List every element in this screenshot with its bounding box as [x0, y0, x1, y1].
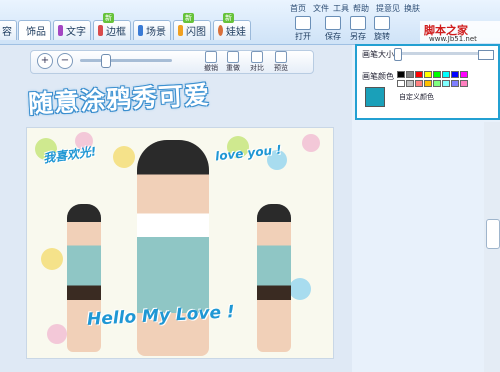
- flash-icon: [178, 25, 183, 36]
- new-badge: 新: [183, 13, 194, 23]
- rotate-label: 旋转: [374, 32, 390, 41]
- tab-label: 文字: [66, 27, 86, 38]
- rotate-button[interactable]: 旋转: [371, 16, 393, 42]
- tab-label: 闪图: [186, 27, 206, 38]
- menu-file[interactable]: 文件: [313, 3, 329, 14]
- bg-dot: [113, 146, 135, 168]
- brush-size-handle[interactable]: [394, 48, 402, 61]
- color-swatch[interactable]: [451, 80, 459, 87]
- text-icon: [58, 25, 63, 36]
- color-swatch[interactable]: [442, 71, 450, 78]
- color-swatch[interactable]: [406, 80, 414, 87]
- undo-button[interactable]: 撤销: [200, 51, 222, 73]
- tab-text[interactable]: 文字: [53, 20, 91, 40]
- frame-icon: [98, 25, 103, 36]
- zoom-in-icon: +: [40, 55, 50, 66]
- color-swatch[interactable]: [397, 71, 405, 78]
- save-button[interactable]: 保存: [322, 16, 344, 42]
- tab-scene[interactable]: 场景: [133, 20, 171, 40]
- tab-label: 容: [2, 27, 12, 38]
- tab-beauty[interactable]: 容: [0, 20, 17, 40]
- brush-size-label: 画笔大小: [362, 50, 394, 59]
- save-as-label: 另存: [350, 32, 366, 41]
- new-badge: 新: [103, 13, 114, 23]
- menu-feedback[interactable]: 提意见: [376, 3, 400, 14]
- photo-canvas[interactable]: 我喜欢光! love you ! Hello My Love !: [26, 127, 334, 359]
- person-left: [67, 204, 101, 352]
- menu-home[interactable]: 首页: [290, 3, 306, 14]
- watermark-url: www.Jb51.net: [429, 35, 477, 43]
- brush-size-preview: [478, 50, 494, 60]
- save-as-icon: [350, 16, 366, 30]
- menu-tools[interactable]: 工具: [333, 3, 349, 14]
- zoom-slider-handle[interactable]: [101, 54, 111, 68]
- bg-dot: [302, 134, 320, 152]
- color-swatch[interactable]: [406, 71, 414, 78]
- zoom-out-button[interactable]: −: [57, 53, 73, 69]
- menu-skin[interactable]: 换肤: [404, 3, 420, 14]
- redo-button[interactable]: 重做: [222, 51, 244, 73]
- redo-icon: [227, 51, 239, 63]
- color-swatch[interactable]: [460, 71, 468, 78]
- open-button[interactable]: 打开: [292, 16, 314, 42]
- color-swatch[interactable]: [433, 80, 441, 87]
- color-swatch[interactable]: [424, 71, 432, 78]
- selected-color: [365, 87, 385, 107]
- redo-label: 重做: [226, 64, 240, 72]
- save-as-button[interactable]: 另存: [347, 16, 369, 42]
- color-swatch[interactable]: [460, 80, 468, 87]
- zoom-in-button[interactable]: +: [37, 53, 53, 69]
- save-label: 保存: [325, 32, 341, 41]
- color-swatch[interactable]: [415, 80, 423, 87]
- color-swatch[interactable]: [397, 80, 405, 87]
- bg-dot: [41, 248, 63, 270]
- tab-frame[interactable]: 新边框: [93, 13, 131, 40]
- preview-label: 预览: [274, 64, 288, 72]
- compare-label: 对比: [250, 64, 264, 72]
- custom-color-button[interactable]: 自定义颜色: [399, 92, 434, 102]
- brush-size-slider[interactable]: [394, 52, 486, 55]
- bg-dot: [47, 324, 67, 344]
- tab-label: 边框: [106, 27, 126, 38]
- rotate-icon: [374, 16, 390, 30]
- menu-help[interactable]: 帮助: [353, 3, 369, 14]
- undo-icon: [205, 51, 217, 63]
- doodle-text-3: Hello My Love !: [86, 302, 236, 330]
- zoom-slider[interactable]: [80, 59, 172, 62]
- compare-button[interactable]: 对比: [246, 51, 268, 73]
- color-swatch[interactable]: [424, 80, 432, 87]
- open-label: 打开: [295, 32, 311, 41]
- undo-label: 撤销: [204, 64, 218, 72]
- tab-accessories[interactable]: 饰品: [18, 20, 51, 40]
- preview-button[interactable]: 预览: [270, 51, 292, 73]
- color-swatch[interactable]: [433, 71, 441, 78]
- scene-icon: [138, 25, 143, 36]
- save-icon: [325, 16, 341, 30]
- person-right: [257, 204, 291, 352]
- tab-label: 场景: [146, 27, 166, 38]
- tab-flash[interactable]: 新闪图: [173, 13, 211, 40]
- bg-dot: [289, 278, 311, 300]
- tab-label: 饰品: [26, 27, 46, 38]
- zoom-out-icon: −: [60, 55, 70, 66]
- color-swatch[interactable]: [451, 71, 459, 78]
- new-badge: 新: [223, 13, 234, 23]
- open-icon: [295, 16, 311, 30]
- compare-icon: [251, 51, 263, 63]
- preview-icon: [275, 51, 287, 63]
- scrollbar-thumb[interactable]: [486, 219, 500, 249]
- color-swatch[interactable]: [415, 71, 423, 78]
- doll-icon: [218, 25, 223, 36]
- color-swatch[interactable]: [442, 80, 450, 87]
- brush-color-label: 画笔颜色: [362, 72, 394, 81]
- tab-label: 娃娃: [226, 27, 246, 38]
- tab-doll[interactable]: 新娃娃: [213, 13, 251, 40]
